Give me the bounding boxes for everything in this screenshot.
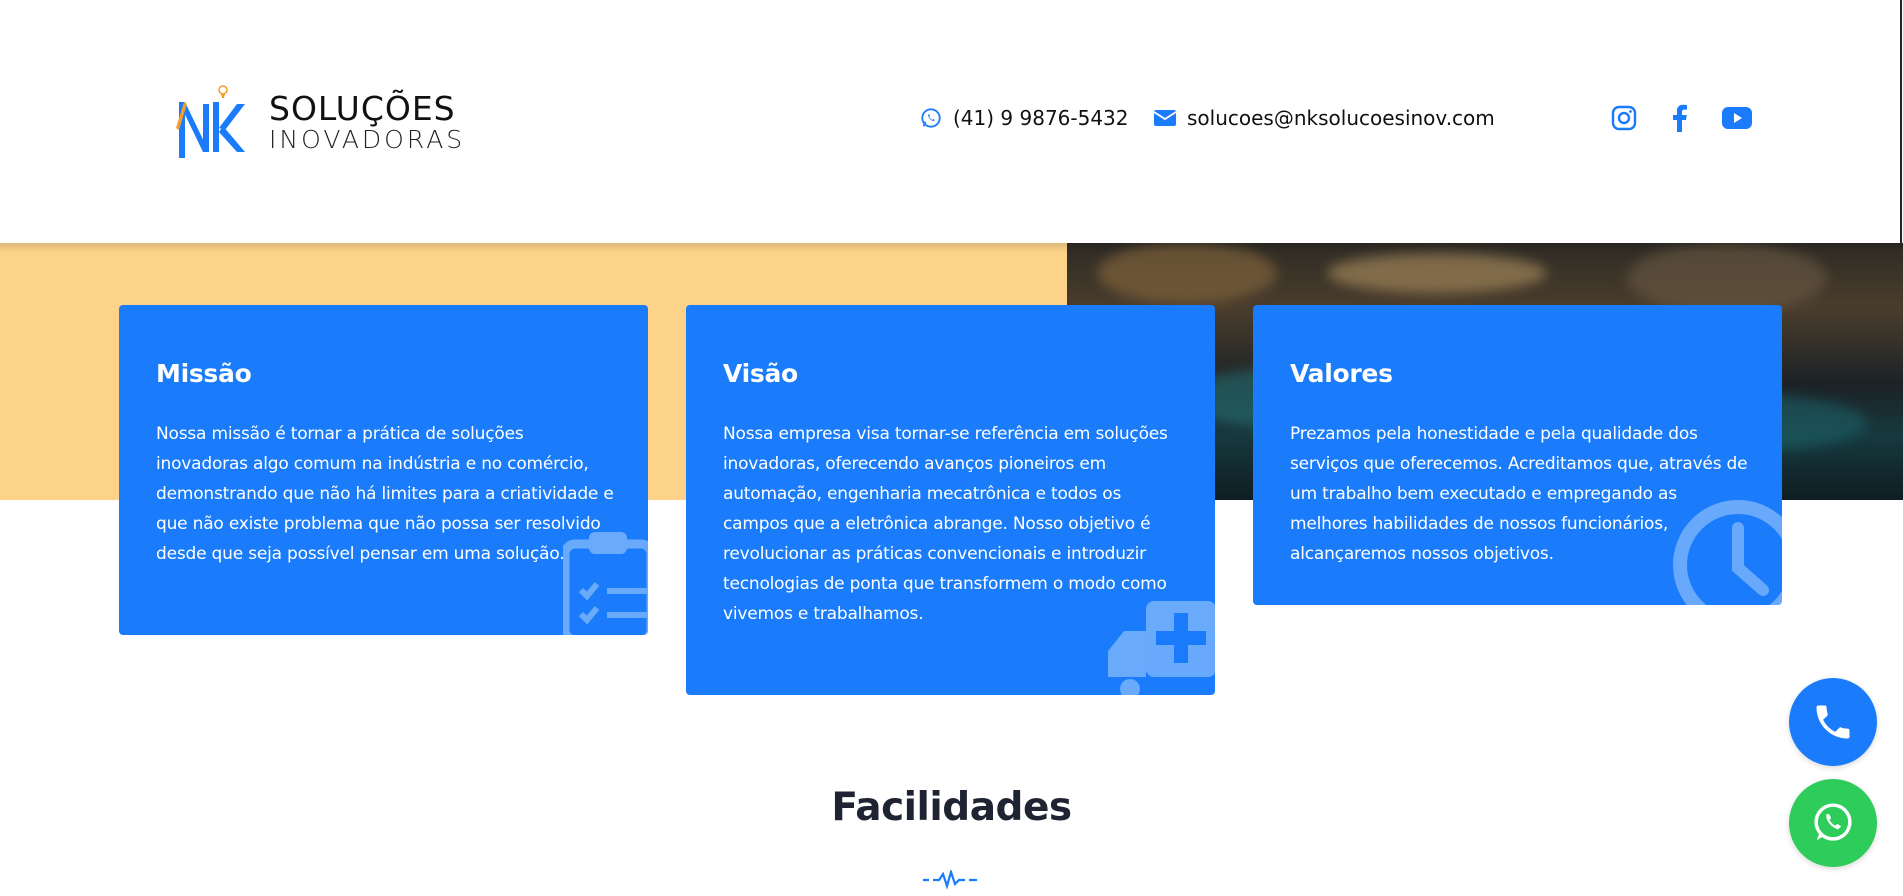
phone-contact[interactable]: (41) 9 9876-5432 bbox=[919, 106, 1129, 130]
section-title: Facilidades bbox=[831, 785, 1072, 830]
clock-icon bbox=[1673, 500, 1782, 605]
email-address: solucoes@nksolucoesinov.com bbox=[1187, 106, 1495, 130]
pulse-divider-icon bbox=[923, 870, 977, 890]
whatsapp-icon bbox=[1814, 803, 1852, 841]
site-header: SOLUÇÕES INOVADORAS (41) 9 9876-5432 sol… bbox=[0, 0, 1903, 243]
whatsapp-button[interactable] bbox=[1789, 779, 1877, 867]
page-edge bbox=[1900, 0, 1902, 243]
instagram-link[interactable] bbox=[1607, 103, 1641, 133]
youtube-icon bbox=[1722, 107, 1752, 129]
facebook-link[interactable] bbox=[1663, 103, 1697, 133]
header-shadow bbox=[0, 243, 1903, 253]
logo-text: SOLUÇÕES INOVADORAS bbox=[269, 91, 465, 153]
phone-icon bbox=[1816, 705, 1850, 739]
card-title: Visão bbox=[723, 359, 798, 388]
instagram-icon bbox=[1611, 105, 1637, 131]
logo[interactable]: SOLUÇÕES INOVADORAS bbox=[175, 82, 462, 162]
page: SOLUÇÕES INOVADORAS (41) 9 9876-5432 sol… bbox=[0, 0, 1903, 896]
card-valores: Valores Prezamos pela honestidade e pela… bbox=[1253, 305, 1782, 605]
card-missao: Missão Nossa missão é tornar a prática d… bbox=[119, 305, 648, 635]
clipboard-icon bbox=[563, 532, 648, 635]
logo-line-2: INOVADORAS bbox=[269, 125, 466, 154]
ambulance-icon bbox=[1108, 601, 1215, 695]
nk-logo-mark bbox=[175, 82, 267, 162]
card-title: Valores bbox=[1290, 359, 1393, 388]
call-button[interactable] bbox=[1789, 678, 1877, 766]
card-text: Nossa missão é tornar a prática de soluç… bbox=[156, 424, 614, 564]
card-title: Missão bbox=[156, 359, 252, 388]
logo-line-1: SOLUÇÕES bbox=[269, 89, 456, 128]
phone-number: (41) 9 9876-5432 bbox=[953, 106, 1129, 130]
email-contact[interactable]: solucoes@nksolucoesinov.com bbox=[1153, 106, 1495, 130]
card-visao: Visão Nossa empresa visa tornar-se refer… bbox=[686, 305, 1215, 695]
whatsapp-icon bbox=[919, 106, 943, 130]
envelope-icon bbox=[1153, 106, 1177, 130]
facebook-icon bbox=[1673, 104, 1687, 132]
card-text: Nossa empresa visa tornar-se referência … bbox=[723, 424, 1168, 624]
youtube-link[interactable] bbox=[1720, 103, 1754, 133]
